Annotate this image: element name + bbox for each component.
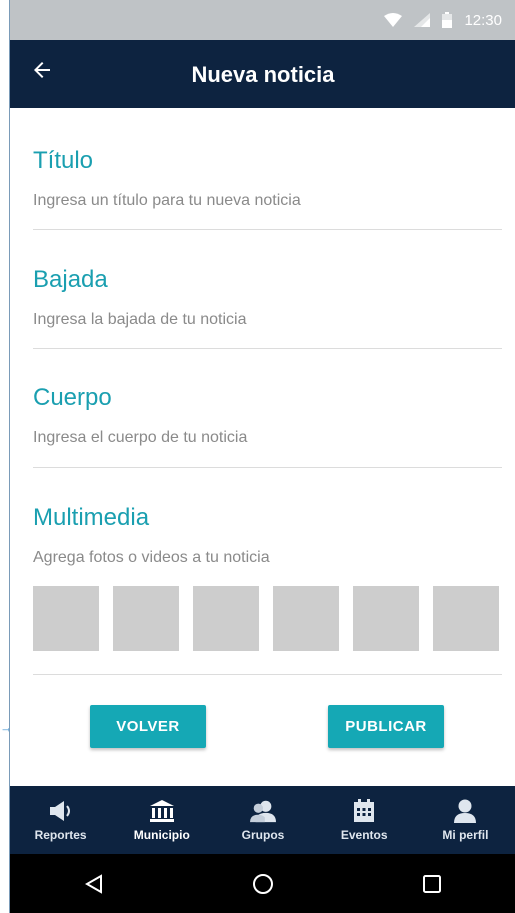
divider	[33, 229, 502, 230]
field-multimedia-label: Multimedia	[33, 504, 150, 531]
field-bajada[interactable]: Bajada Ingresa la bajada de tu noticia	[33, 265, 502, 329]
app-bar: Nueva noticia	[10, 40, 515, 108]
nav-item-mi-perfil[interactable]: Mi perfil	[415, 786, 515, 854]
field-titulo-label: Título	[33, 147, 94, 174]
field-titulo-input[interactable]: Ingresa un título para tu nueva noticia	[33, 192, 502, 210]
profile-icon	[452, 798, 478, 824]
nav-item-eventos[interactable]: Eventos	[314, 786, 415, 854]
system-navigation-bar	[10, 854, 515, 913]
megaphone-icon	[48, 798, 74, 824]
calendar-icon	[351, 798, 377, 824]
divider	[33, 467, 502, 468]
system-recents-icon[interactable]	[417, 869, 447, 899]
page-title: Nueva noticia	[191, 62, 335, 87]
media-slot[interactable]	[353, 586, 419, 651]
nav-label: Eventos	[340, 828, 388, 842]
nav-item-grupos[interactable]: Grupos	[212, 786, 313, 854]
system-back-icon[interactable]	[79, 869, 109, 899]
form: Título Ingresa un título para tu nueva n…	[10, 108, 515, 786]
field-bajada-label: Bajada	[33, 266, 108, 293]
wifi-icon	[384, 13, 403, 27]
nav-label: Reportes	[34, 828, 87, 842]
field-cuerpo[interactable]: Cuerpo Ingresa el cuerpo de tu noticia	[33, 383, 502, 447]
nav-label: Mi perfil	[442, 828, 489, 842]
battery-icon	[442, 12, 453, 28]
phone-frame: 12:30 Nueva noticia Título Ingresa un tí…	[9, 0, 515, 913]
nav-item-reportes[interactable]: Reportes	[10, 786, 111, 854]
media-slot[interactable]	[273, 586, 339, 651]
municipality-icon	[149, 798, 175, 824]
field-multimedia: Multimedia Agrega fotos o videos a tu no…	[33, 503, 502, 567]
field-titulo[interactable]: Título Ingresa un título para tu nueva n…	[33, 146, 502, 210]
nav-item-municipio[interactable]: Municipio	[111, 786, 212, 854]
volver-button[interactable]: VOLVER	[90, 705, 206, 748]
system-home-icon[interactable]	[248, 869, 278, 899]
media-slot[interactable]	[433, 586, 499, 651]
media-slot[interactable]	[193, 586, 259, 651]
publicar-button[interactable]: PUBLICAR	[328, 705, 444, 748]
media-slot[interactable]	[33, 586, 99, 651]
signal-icon	[414, 13, 431, 27]
bottom-navigation: Reportes Municipio Grupos Eventos Mi per…	[10, 786, 515, 854]
nav-label: Grupos	[241, 828, 285, 842]
field-bajada-input[interactable]: Ingresa la bajada de tu noticia	[33, 311, 502, 329]
field-cuerpo-input[interactable]: Ingresa el cuerpo de tu noticia	[33, 429, 502, 447]
divider	[33, 348, 502, 349]
screen: → 12:30 Nueva noticia Título Ingresa un …	[0, 0, 515, 913]
media-thumbnails	[33, 586, 503, 651]
group-icon	[250, 798, 276, 824]
status-bar: 12:30	[10, 0, 515, 40]
divider	[33, 674, 502, 675]
field-multimedia-hint: Agrega fotos o videos a tu noticia	[33, 549, 270, 566]
media-slot[interactable]	[113, 586, 179, 651]
nav-label: Municipio	[133, 828, 190, 842]
field-cuerpo-label: Cuerpo	[33, 384, 112, 411]
status-time: 12:30	[464, 11, 502, 29]
